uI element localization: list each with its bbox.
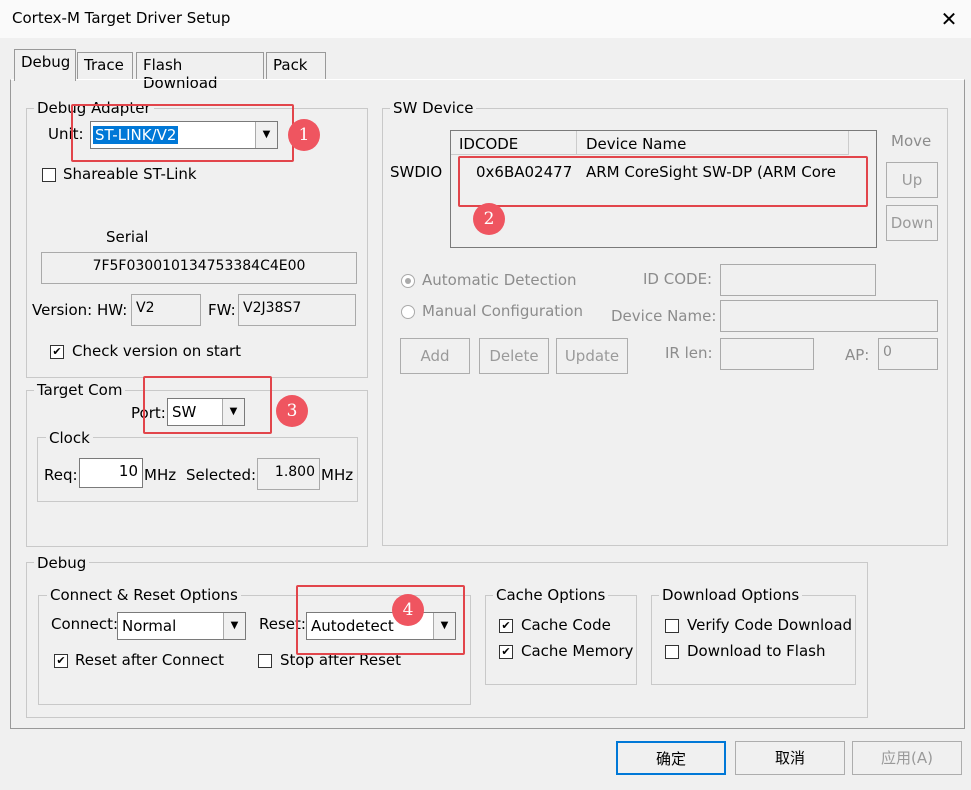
- annotation-badge-4: 4: [392, 594, 424, 626]
- window-title: Cortex-M Target Driver Setup: [12, 9, 231, 27]
- cache-options-label: Cache Options: [493, 586, 609, 604]
- connect-reset-label: Connect & Reset Options: [47, 586, 241, 604]
- stop-after-reset-checkbox[interactable]: [258, 654, 272, 668]
- cache-code-label: Cache Code: [521, 616, 611, 634]
- cancel-button[interactable]: 取消: [735, 741, 845, 775]
- annotation-badge-2: 2: [473, 203, 505, 235]
- connect-select[interactable]: Normal ▼: [117, 612, 246, 640]
- annotation-box-3: [143, 376, 272, 434]
- selected-clock-field: 1.800: [257, 458, 320, 490]
- ir-len-label: IR len:: [665, 344, 713, 362]
- clock-req-input[interactable]: 10: [79, 458, 143, 488]
- cache-memory-checkbox[interactable]: ✔: [499, 645, 513, 659]
- clock-label: Clock: [46, 429, 93, 447]
- debug-group-label: Debug: [34, 554, 90, 572]
- tab-trace[interactable]: Trace: [77, 52, 133, 80]
- download-flash-label: Download to Flash: [687, 642, 826, 660]
- serial-label: Serial: [106, 228, 149, 246]
- hw-version-field: V2: [131, 294, 201, 326]
- verify-code-checkbox[interactable]: [665, 619, 679, 633]
- tab-flash-download[interactable]: Flash Download: [136, 52, 264, 92]
- device-name-input[interactable]: [720, 300, 938, 332]
- device-name-label: Device Name:: [611, 307, 717, 325]
- annotation-badge-1: 1: [288, 119, 320, 151]
- fw-version-field: V2J38S7: [238, 294, 356, 326]
- verify-code-label: Verify Code Download: [687, 616, 851, 634]
- annotation-box-4: [296, 585, 465, 655]
- download-options-label: Download Options: [659, 586, 803, 604]
- move-up-button[interactable]: Up: [886, 162, 938, 198]
- apply-button[interactable]: 应用(A): [852, 741, 962, 775]
- connect-label: Connect:: [51, 615, 119, 633]
- manual-config-radio[interactable]: [401, 305, 415, 319]
- shareable-checkbox[interactable]: [42, 168, 56, 182]
- manual-config-label: Manual Configuration: [422, 302, 584, 320]
- column-header-idcode[interactable]: IDCODE: [451, 131, 577, 155]
- swdio-label: SWDIO: [390, 163, 443, 181]
- fw-label: FW:: [208, 301, 236, 319]
- annotation-box-1: [71, 104, 294, 162]
- ir-len-input[interactable]: [720, 338, 814, 370]
- chevron-down-icon: ▼: [223, 613, 245, 639]
- selected-label: Selected:: [186, 466, 257, 484]
- version-hw-label: Version: HW:: [32, 301, 128, 319]
- auto-detection-label: Automatic Detection: [422, 271, 577, 289]
- mhz-label-2: MHz: [321, 466, 354, 484]
- tab-pack[interactable]: Pack: [266, 52, 326, 80]
- dialog-window: Cortex-M Target Driver Setup ✕ Debug Tra…: [0, 0, 971, 790]
- ap-input[interactable]: 0: [878, 338, 938, 370]
- check-version-checkbox[interactable]: ✔: [50, 345, 64, 359]
- connect-value: Normal: [122, 617, 177, 635]
- sw-device-label: SW Device: [390, 99, 477, 117]
- download-options-group: [651, 595, 856, 685]
- shareable-label: Shareable ST-Link: [63, 165, 197, 183]
- annotation-box-2: [458, 156, 868, 207]
- download-flash-checkbox[interactable]: [665, 645, 679, 659]
- delete-button[interactable]: Delete: [479, 338, 549, 374]
- ap-label: AP:: [845, 346, 870, 364]
- serial-field: 7F5F030010134753384C4E00: [41, 252, 357, 284]
- annotation-badge-3: 3: [276, 395, 308, 427]
- auto-detection-radio[interactable]: [401, 274, 415, 288]
- reset-after-connect-checkbox[interactable]: ✔: [54, 654, 68, 668]
- reset-after-connect-label: Reset after Connect: [75, 651, 224, 669]
- target-com-label: Target Com: [34, 381, 126, 399]
- cache-options-group: [485, 595, 637, 685]
- ok-button[interactable]: 确定: [616, 741, 726, 775]
- id-code-label: ID CODE:: [643, 270, 713, 288]
- close-icon[interactable]: ✕: [934, 4, 964, 34]
- update-button[interactable]: Update: [556, 338, 628, 374]
- column-header-device-name[interactable]: Device Name: [577, 131, 849, 155]
- cache-code-checkbox[interactable]: ✔: [499, 619, 513, 633]
- cache-memory-label: Cache Memory: [521, 642, 634, 660]
- id-code-input[interactable]: [720, 264, 876, 296]
- tab-debug[interactable]: Debug: [14, 49, 76, 81]
- req-label: Req:: [44, 466, 78, 484]
- move-label: Move: [891, 132, 932, 150]
- move-down-button[interactable]: Down: [886, 205, 938, 241]
- add-button[interactable]: Add: [400, 338, 470, 374]
- mhz-label: MHz: [144, 466, 177, 484]
- check-version-label: Check version on start: [72, 342, 242, 360]
